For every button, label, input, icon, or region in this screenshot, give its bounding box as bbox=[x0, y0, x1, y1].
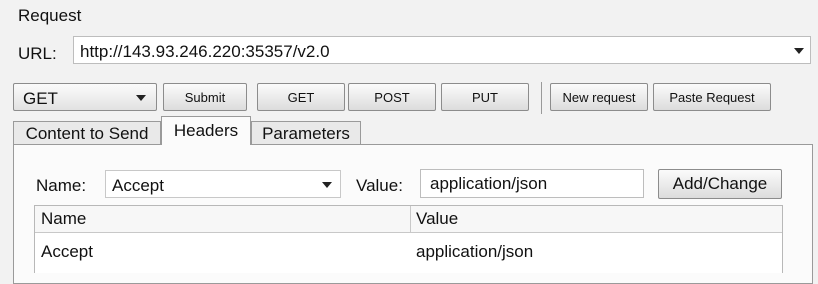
header-value-field[interactable] bbox=[420, 169, 644, 198]
value-label: Value: bbox=[356, 176, 403, 195]
chevron-down-icon bbox=[322, 182, 332, 188]
url-label: URL: bbox=[18, 44, 57, 63]
table-cell-value: application/json bbox=[416, 242, 534, 261]
table-row[interactable]: Accept application/json bbox=[35, 233, 782, 273]
name-label: Name: bbox=[36, 176, 87, 195]
headers-table: Name Value Accept application/json bbox=[34, 205, 783, 273]
tab-content-to-send[interactable]: Content to Send bbox=[13, 121, 161, 145]
column-header-name[interactable]: Name bbox=[41, 209, 86, 229]
request-section-title: Request bbox=[18, 6, 82, 25]
url-value: http://143.93.246.220:35357/v2.0 bbox=[80, 42, 330, 61]
submit-button[interactable]: Submit bbox=[163, 83, 247, 111]
tab-headers[interactable]: Headers bbox=[161, 116, 251, 145]
table-cell-name: Accept bbox=[41, 242, 93, 261]
column-header-value[interactable]: Value bbox=[416, 209, 458, 229]
url-combobox[interactable]: http://143.93.246.220:35357/v2.0 bbox=[73, 36, 811, 64]
get-button[interactable]: GET bbox=[257, 83, 345, 111]
table-header-row: Name Value bbox=[35, 206, 782, 233]
header-name-value: Accept bbox=[112, 176, 164, 195]
toolbar-divider bbox=[541, 82, 542, 114]
method-selected-value: GET bbox=[23, 89, 58, 108]
header-name-select[interactable]: Accept bbox=[105, 170, 341, 198]
put-button[interactable]: PUT bbox=[441, 83, 529, 111]
method-select[interactable]: GET bbox=[13, 83, 157, 111]
column-divider[interactable] bbox=[410, 206, 411, 232]
chevron-down-icon[interactable] bbox=[794, 48, 804, 54]
new-request-button[interactable]: New request bbox=[550, 83, 648, 111]
paste-request-button[interactable]: Paste Request bbox=[653, 83, 771, 111]
header-value-input[interactable] bbox=[421, 170, 643, 197]
add-change-button[interactable]: Add/Change bbox=[658, 169, 782, 199]
tab-parameters[interactable]: Parameters bbox=[251, 121, 361, 145]
post-button[interactable]: POST bbox=[348, 83, 436, 111]
chevron-down-icon bbox=[136, 95, 146, 101]
